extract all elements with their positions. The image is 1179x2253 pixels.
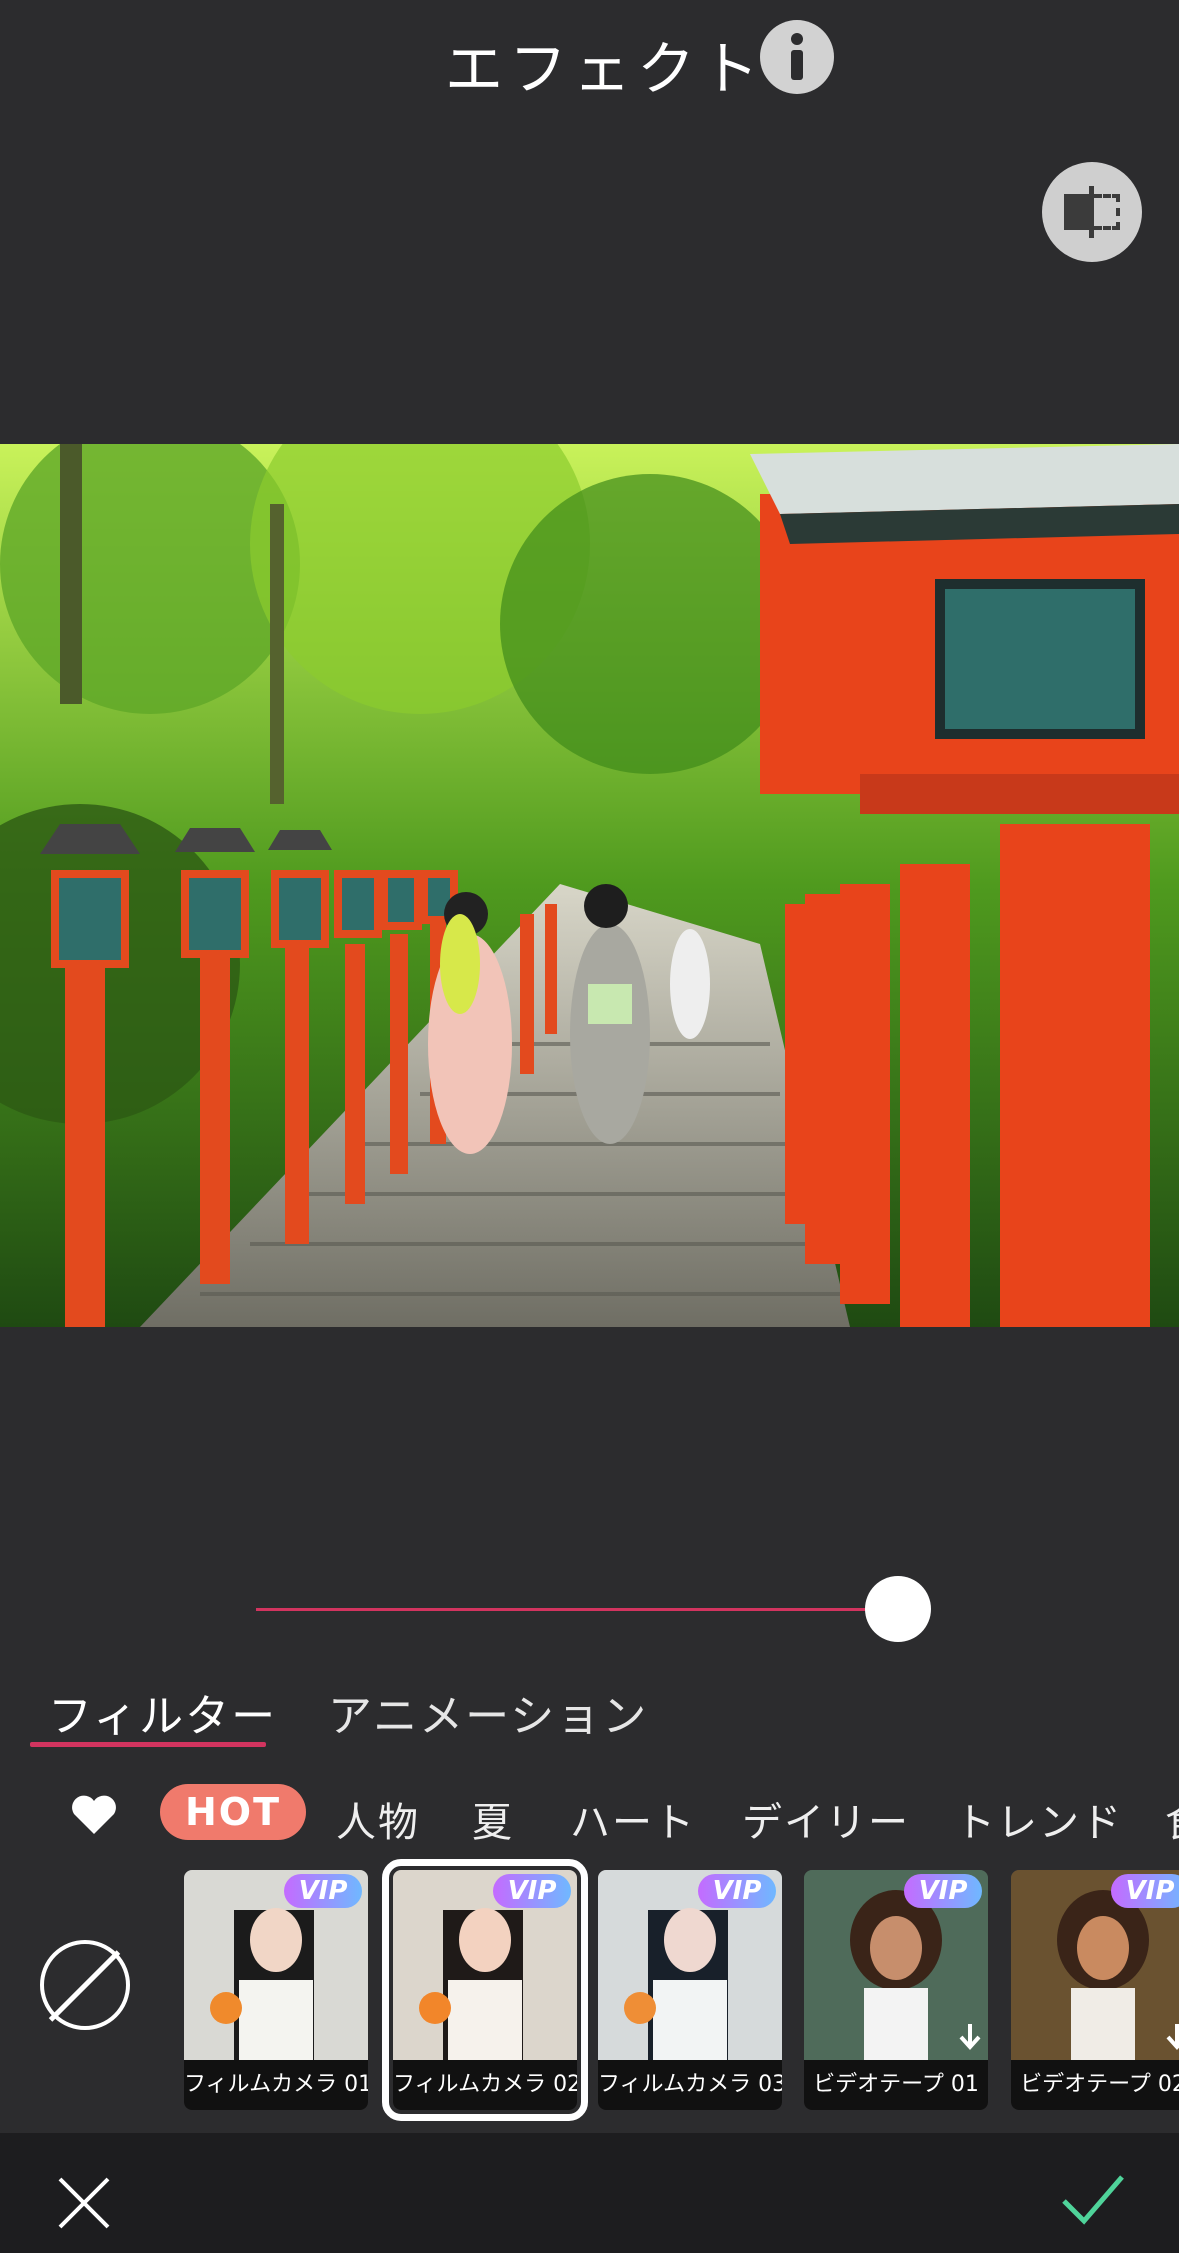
filter-thumb[interactable]: VIP ビデオテープ 01	[804, 1870, 988, 2110]
filter-list: VIP フィルムカメラ 01 VIP フィルムカメラ 02 VIP フィルムカメ…	[0, 1859, 1179, 2121]
vip-badge: VIP	[904, 1874, 982, 1908]
tab-filter[interactable]: フィルター	[48, 1680, 277, 1744]
category-summer[interactable]: 夏	[472, 1790, 514, 1844]
vip-badge: VIP	[698, 1874, 776, 1908]
filter-thumb-selected[interactable]: VIP フィルムカメラ 02	[382, 1859, 588, 2121]
category-trend[interactable]: トレンド	[955, 1790, 1123, 1844]
filter-label: フィルムカメラ 02	[393, 2060, 577, 2110]
header: エフェクト	[0, 0, 1179, 130]
compare-icon	[1064, 194, 1090, 230]
category-bar: HOT 人物 夏 ハート デイリー トレンド 食	[0, 1784, 1179, 1844]
category-daily[interactable]: デイリー	[742, 1790, 910, 1844]
vip-badge: VIP	[284, 1874, 362, 1908]
tab-bar: フィルター アニメーション	[0, 1680, 1179, 1750]
filter-thumb[interactable]: VIP フィルムカメラ 01	[184, 1870, 368, 2110]
tab-active-indicator	[30, 1742, 266, 1747]
tab-animation[interactable]: アニメーション	[328, 1680, 648, 1744]
category-food[interactable]: 食	[1165, 1790, 1179, 1844]
page-title: エフェクト	[445, 35, 766, 103]
intensity-slider[interactable]	[256, 1570, 932, 1650]
filter-thumb[interactable]: VIP ビデオテープ 02	[1011, 1870, 1179, 2110]
vip-badge: VIP	[493, 1874, 571, 1908]
heart-icon[interactable]	[70, 1794, 118, 1836]
close-icon[interactable]	[56, 2175, 112, 2231]
photo-preview	[0, 444, 1179, 1327]
category-person[interactable]: 人物	[336, 1790, 420, 1844]
info-icon[interactable]	[760, 20, 834, 94]
filter-label: フィルムカメラ 03	[598, 2060, 782, 2110]
check-icon[interactable]	[1060, 2171, 1126, 2227]
no-filter-icon[interactable]	[40, 1940, 130, 2030]
download-icon[interactable]	[958, 2022, 982, 2052]
filter-thumb[interactable]: VIP フィルムカメラ 03	[598, 1870, 782, 2110]
compare-button[interactable]	[1042, 162, 1142, 262]
slider-thumb[interactable]	[865, 1576, 932, 1642]
filter-label: ビデオテープ 02	[1011, 2060, 1179, 2110]
filter-label: ビデオテープ 01	[804, 2060, 988, 2110]
bottom-action-bar	[0, 2133, 1179, 2253]
category-hot[interactable]: HOT	[160, 1784, 306, 1840]
download-icon[interactable]	[1165, 2022, 1179, 2052]
slider-track[interactable]	[256, 1608, 896, 1611]
vip-badge: VIP	[1111, 1874, 1179, 1908]
category-heart[interactable]: ハート	[570, 1790, 696, 1844]
filter-label: フィルムカメラ 01	[184, 2060, 368, 2110]
